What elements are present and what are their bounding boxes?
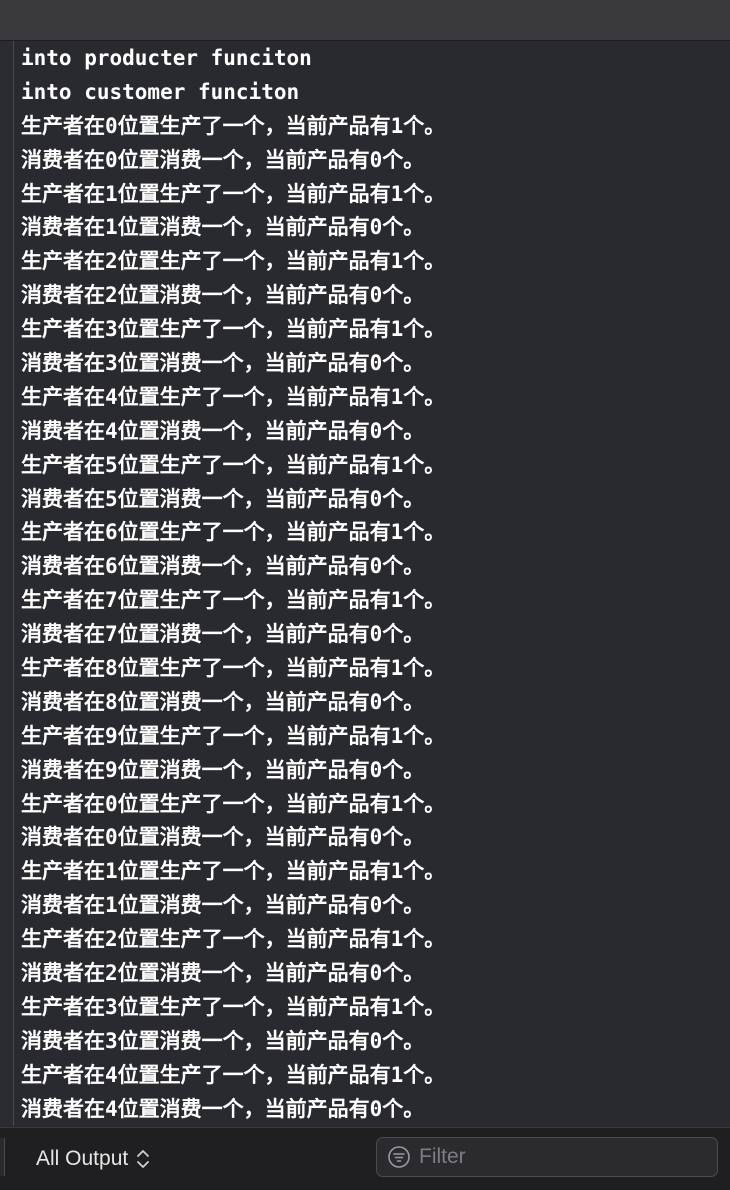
up-down-chevron-icon	[136, 1148, 150, 1170]
debug-console-window: into producter funciton into customer fun…	[0, 0, 730, 1190]
console-line: 生产者在2位置生产了一个，当前产品有1个。	[21, 249, 446, 274]
console-line: 生产者在3位置生产了一个，当前产品有1个。	[21, 994, 446, 1019]
console-line: 消费者在0位置消费一个，当前产品有0个。	[21, 825, 425, 850]
console-line: 消费者在4位置消费一个，当前产品有0个。	[21, 418, 425, 443]
filter-circle-icon	[387, 1145, 411, 1169]
console-line: 生产者在0位置生产了一个，当前产品有1个。	[21, 791, 446, 816]
console-line: 消费者在3位置消费一个，当前产品有0个。	[21, 1028, 425, 1053]
console-line: 消费者在0位置消费一个，当前产品有0个。	[21, 147, 425, 172]
console-line: 消费者在7位置消费一个，当前产品有0个。	[21, 622, 425, 647]
console-line: 生产者在3位置生产了一个，当前产品有1个。	[21, 317, 446, 342]
console-line: 消费者在5位置消费一个，当前产品有0个。	[21, 486, 425, 511]
console-line: 生产者在5位置生产了一个，当前产品有1个。	[21, 452, 446, 477]
bottom-left-edge	[0, 1138, 5, 1176]
console-line: 消费者在6位置消费一个，当前产品有0个。	[21, 554, 425, 579]
console-line: 消费者在2位置消费一个，当前产品有0个。	[21, 283, 425, 308]
console-line: into customer funciton	[21, 79, 300, 104]
console-line: 生产者在0位置生产了一个，当前产品有1个。	[21, 113, 446, 138]
console-line: 生产者在1位置生产了一个，当前产品有1个。	[21, 181, 446, 206]
top-divider-strip	[0, 0, 730, 41]
console-line: 生产者在4位置生产了一个，当前产品有1个。	[21, 1062, 446, 1087]
console-line: 生产者在4位置生产了一个，当前产品有1个。	[21, 384, 446, 409]
console-line: 生产者在7位置生产了一个，当前产品有1个。	[21, 588, 446, 613]
console-line: 生产者在9位置生产了一个，当前产品有1个。	[21, 723, 446, 748]
filter-field[interactable]	[376, 1137, 718, 1177]
filter-input[interactable]	[419, 1145, 699, 1169]
console-line: 消费者在1位置消费一个，当前产品有0个。	[21, 215, 425, 240]
console-line: 消费者在3位置消费一个，当前产品有0个。	[21, 351, 425, 376]
console-line: 消费者在8位置消费一个，当前产品有0个。	[21, 689, 425, 714]
console-line: 生产者在6位置生产了一个，当前产品有1个。	[21, 520, 446, 545]
console-line: 生产者在2位置生产了一个，当前产品有1个。	[21, 927, 446, 952]
console-line: 生产者在1位置生产了一个，当前产品有1个。	[21, 859, 446, 884]
console-line: 消费者在9位置消费一个，当前产品有0个。	[21, 757, 425, 782]
console-output-area[interactable]: into producter funciton into customer fun…	[21, 41, 726, 1126]
output-selector-popup[interactable]: All Output	[36, 1142, 150, 1176]
console-line: 消费者在4位置消费一个，当前产品有0个。	[21, 1096, 425, 1121]
console-bottom-bar: All Output	[0, 1127, 730, 1190]
console-line: 生产者在8位置生产了一个，当前产品有1个。	[21, 656, 446, 681]
console-line: 消费者在1位置消费一个，当前产品有0个。	[21, 893, 425, 918]
console-left-gutter	[0, 41, 14, 1126]
output-selector-label: All Output	[36, 1147, 129, 1170]
console-line: into producter funciton	[21, 46, 312, 70]
console-line: 消费者在2位置消费一个，当前产品有0个。	[21, 961, 425, 986]
